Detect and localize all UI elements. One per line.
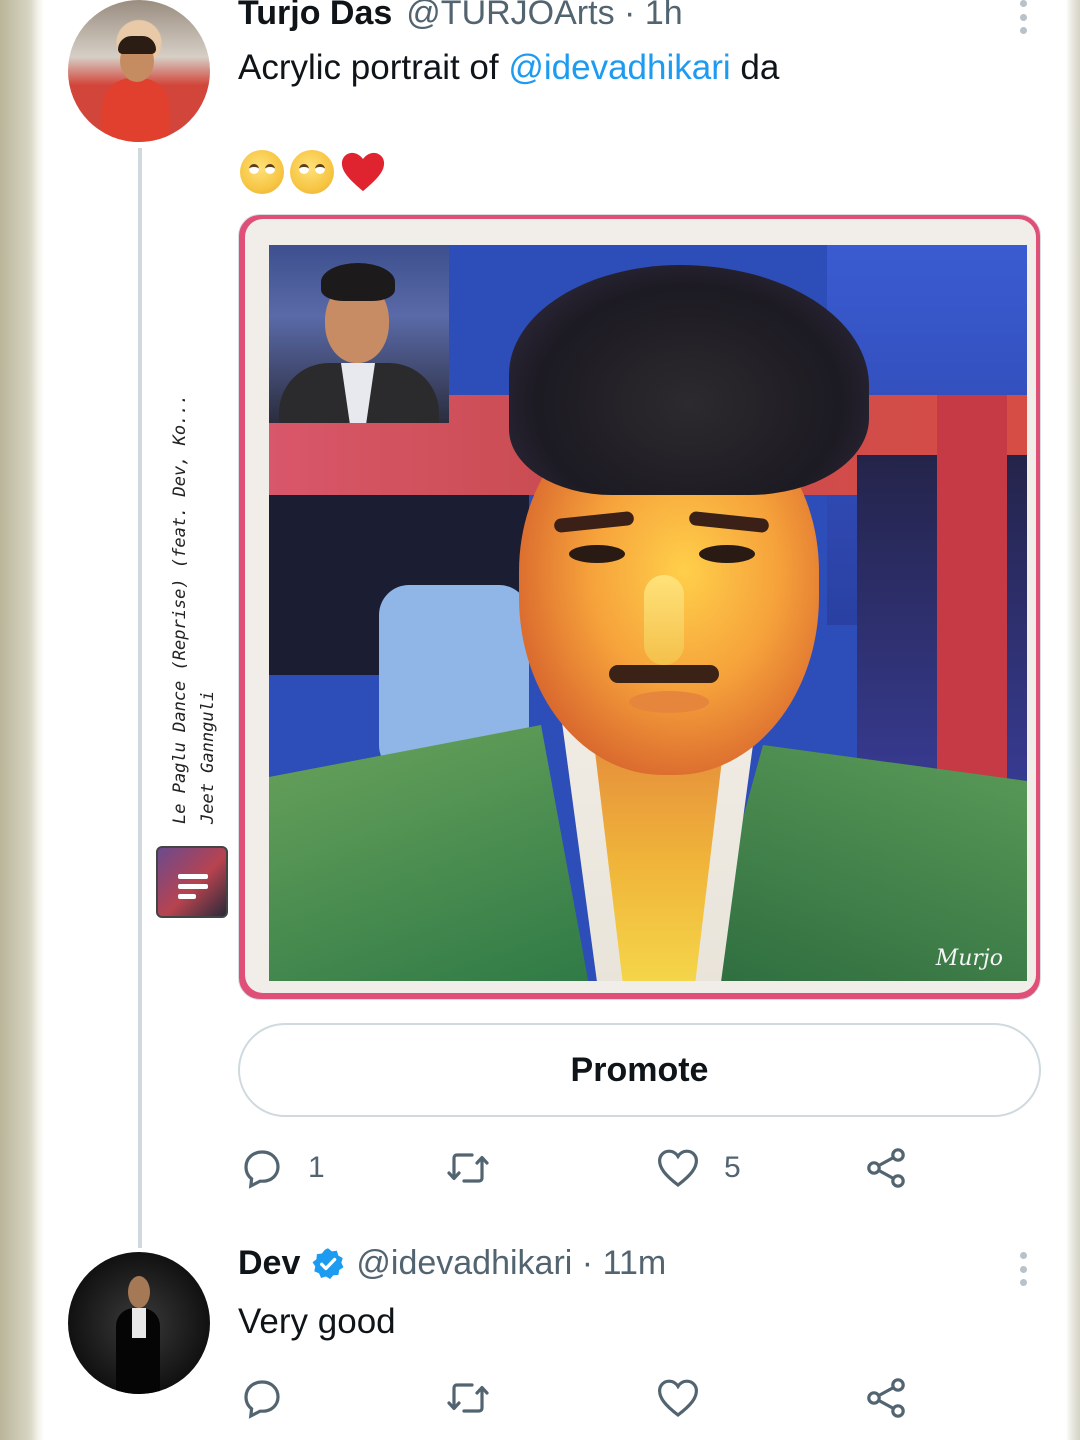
relieved-face-emoji (290, 150, 334, 194)
music-artist-line: Jeet Gannguli (198, 690, 218, 824)
reply-share-action[interactable] (862, 1368, 910, 1428)
tweet-image[interactable]: Murjo (238, 214, 1041, 1000)
verified-badge-icon (312, 1247, 344, 1279)
reply-icon[interactable] (238, 1144, 286, 1192)
reply-actions (238, 1368, 1041, 1428)
retweet-action[interactable] (444, 1138, 492, 1198)
reply-header-separator: · (581, 1244, 594, 1282)
like-action[interactable]: 5 (654, 1138, 741, 1198)
acrylic-portrait-painting: Murjo (269, 245, 1027, 981)
author-avatar[interactable] (68, 0, 210, 142)
music-album-art (156, 846, 228, 918)
emoji-row (240, 150, 386, 194)
like-icon[interactable] (654, 1144, 702, 1192)
promote-button[interactable]: Promote (238, 1023, 1041, 1117)
more-options-icon[interactable] (1018, 0, 1028, 34)
tweet-header: Turjo Das @TURJOArts · 1h (238, 0, 683, 38)
painting-canvas: Murjo (245, 219, 1036, 993)
reply-author-avatar[interactable] (68, 1252, 210, 1394)
reply-time[interactable]: 11m (603, 1244, 667, 1282)
reply-reply-action[interactable] (238, 1368, 286, 1428)
tweet-text-after: da (730, 48, 780, 87)
reply-header: Dev @idevadhikari · 11m (238, 1244, 666, 1283)
retweet-icon[interactable] (444, 1374, 492, 1422)
mention-link[interactable]: @idevadhikari (508, 48, 730, 87)
music-sticker[interactable]: Le Paglu Dance (Reprise) (feat. Dev, Ko.… (156, 394, 230, 918)
reply-author-handle[interactable]: @idevadhikari · 11m (356, 1244, 666, 1283)
artist-signature: Murjo (935, 946, 1003, 971)
like-icon[interactable] (654, 1374, 702, 1422)
share-action[interactable] (862, 1138, 910, 1198)
reference-photo (269, 245, 449, 423)
reply-icon[interactable] (238, 1374, 286, 1422)
like-count: 5 (724, 1151, 741, 1184)
share-icon[interactable] (862, 1374, 910, 1422)
relieved-face-emoji (240, 150, 284, 194)
share-icon[interactable] (862, 1144, 910, 1192)
thread-connector-line (138, 148, 142, 1248)
tweet-time[interactable]: 1h (645, 0, 683, 32)
music-title: Le Paglu Dance (Reprise) (feat. Dev, Ko.… (166, 384, 226, 824)
tweet-text-before: Acrylic portrait of (238, 48, 509, 87)
reply-action[interactable]: 1 (238, 1138, 325, 1198)
red-heart-emoji (341, 152, 385, 192)
author-handle[interactable]: @TURJOArts · 1h (406, 0, 682, 33)
author-handle-text[interactable]: @TURJOArts (406, 0, 614, 32)
reply-text: Very good (238, 1302, 396, 1341)
reply-like-action[interactable] (654, 1368, 702, 1428)
music-title-line: Le Paglu Dance (Reprise) (feat. Dev, Ko.… (170, 394, 190, 824)
header-separator: · (624, 0, 636, 32)
reply-count: 1 (308, 1151, 325, 1184)
author-name[interactable]: Turjo Das (238, 0, 392, 33)
reply-handle-text[interactable]: @idevadhikari (356, 1244, 572, 1282)
reply-more-options-icon[interactable] (1018, 1252, 1028, 1286)
retweet-icon[interactable] (444, 1144, 492, 1192)
reply-retweet-action[interactable] (444, 1368, 492, 1428)
tweet-actions: 1 5 (238, 1138, 1041, 1198)
tweet-text: Acrylic portrait of @idevadhikari da (238, 46, 779, 90)
reply-author-name[interactable]: Dev (238, 1244, 300, 1283)
